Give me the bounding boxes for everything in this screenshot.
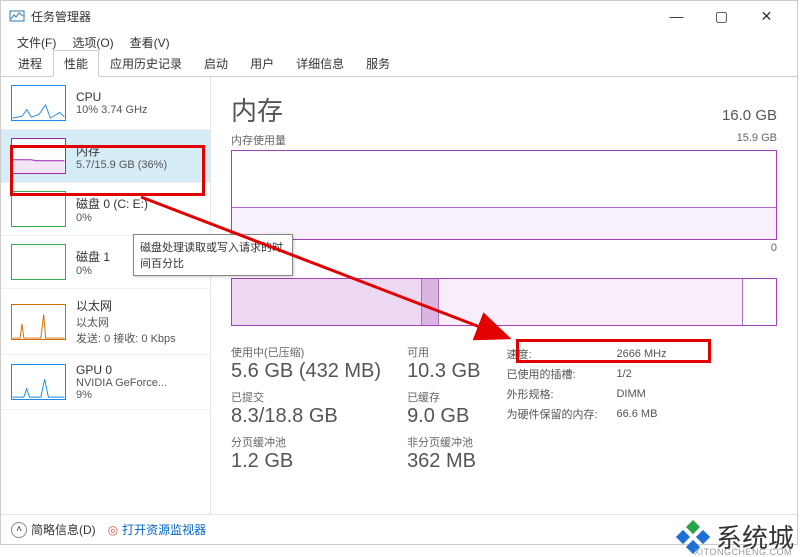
cpu-thumb: [11, 85, 66, 121]
tab-app-history[interactable]: 应用历史记录: [99, 50, 193, 77]
speed-val: 2666 MHz: [616, 348, 666, 360]
available-value: 10.3 GB: [407, 360, 480, 383]
gpu-sub: 9%: [76, 389, 167, 401]
eth-subtitle: 以太网: [76, 314, 176, 330]
close-button[interactable]: ✕: [744, 2, 789, 30]
sidebar-item-cpu[interactable]: CPU 10% 3.74 GHz: [1, 77, 210, 130]
main-panel: 内存 16.0 GB 内存使用量 15.9 GB 60 秒 0: [211, 77, 797, 514]
total-memory: 16.0 GB: [722, 107, 777, 124]
usage-chart-label: 内存使用量: [231, 132, 286, 148]
sidebar-item-disk0[interactable]: 磁盘 0 (C: E:) 0%: [1, 183, 210, 236]
gpu-subtitle: NVIDIA GeForce...: [76, 377, 167, 389]
tab-startup[interactable]: 启动: [193, 50, 239, 77]
memory-title: 内存: [76, 142, 167, 159]
chevron-up-icon: ˄: [11, 522, 27, 538]
memory-composition-chart[interactable]: [231, 278, 777, 326]
cached-value: 9.0 GB: [407, 405, 480, 428]
committed-value: 8.3/18.8 GB: [231, 405, 381, 428]
maximize-button[interactable]: ▢: [699, 2, 744, 30]
sidebar-item-memory[interactable]: 内存 5.7/15.9 GB (36%): [1, 130, 210, 183]
tab-services[interactable]: 服务: [355, 50, 401, 77]
memory-thumb: [11, 138, 66, 174]
tab-details[interactable]: 详细信息: [285, 50, 355, 77]
eth-title: 以太网: [76, 297, 176, 314]
window-controls: — ▢ ✕: [654, 2, 789, 30]
nonpaged-label: 非分页缓冲池: [407, 434, 480, 450]
open-resmon-label: 打开资源监视器: [122, 521, 206, 538]
usage-chart-max: 15.9 GB: [737, 132, 777, 148]
disk1-title: 磁盘 1: [76, 248, 110, 265]
in-use-value: 5.6 GB (432 MB): [231, 360, 381, 383]
minimize-button[interactable]: —: [654, 2, 699, 30]
page-title: 内存: [231, 91, 283, 128]
resmon-icon: ◎: [108, 523, 118, 537]
axis-right: 0: [771, 242, 777, 258]
tab-processes[interactable]: 进程: [7, 50, 53, 77]
memory-kv-table: 速度:2666 MHz 已使用的插槽:1/2 外形规格:DIMM 为硬件保留的内…: [506, 344, 666, 473]
tabbar: 进程 性能 应用历史记录 启动 用户 详细信息 服务: [1, 53, 797, 77]
disk0-title: 磁盘 0 (C: E:): [76, 195, 148, 212]
memory-stats: 使用中(已压缩) 5.6 GB (432 MB) 已提交 8.3/18.8 GB…: [231, 344, 777, 473]
nonpaged-value: 362 MB: [407, 450, 480, 473]
disk-tooltip: 磁盘处理读取或写入请求的时间百分比: [133, 234, 293, 276]
sidebar-item-ethernet[interactable]: 以太网 以太网 发送: 0 接收: 0 Kbps: [1, 289, 210, 355]
form-val: DIMM: [616, 388, 645, 400]
content-area: CPU 10% 3.74 GHz 内存 5.7/15.9 GB (36%) 磁盘…: [1, 77, 797, 514]
reserved-key: 为硬件保留的内存:: [506, 406, 616, 422]
in-use-label: 使用中(已压缩): [231, 344, 381, 360]
reserved-val: 66.6 MB: [616, 408, 657, 420]
form-key: 外形规格:: [506, 386, 616, 402]
memory-sub: 5.7/15.9 GB (36%): [76, 159, 167, 171]
disk1-thumb: [11, 244, 66, 280]
tab-users[interactable]: 用户: [239, 50, 285, 77]
disk0-sub: 0%: [76, 212, 148, 224]
gpu-thumb: [11, 364, 66, 400]
cpu-title: CPU: [76, 90, 148, 104]
titlebar[interactable]: 任务管理器 — ▢ ✕: [1, 1, 797, 31]
committed-label: 已提交: [231, 389, 381, 405]
app-icon: [9, 8, 25, 24]
disk1-sub: 0%: [76, 265, 110, 277]
memory-usage-chart[interactable]: [231, 150, 777, 240]
speed-key: 速度:: [506, 346, 616, 362]
fewer-details-label: 简略信息(D): [31, 521, 96, 538]
watermark-url: XITONGCHENG.COM: [694, 547, 792, 557]
task-manager-window: 任务管理器 — ▢ ✕ 文件(F) 选项(O) 查看(V) 进程 性能 应用历史…: [0, 0, 798, 545]
sidebar-item-gpu0[interactable]: GPU 0 NVIDIA GeForce... 9%: [1, 355, 210, 410]
eth-thumb: [11, 304, 66, 340]
tab-performance[interactable]: 性能: [53, 50, 99, 77]
cached-label: 已缓存: [407, 389, 480, 405]
disk0-thumb: [11, 191, 66, 227]
cpu-sub: 10% 3.74 GHz: [76, 104, 148, 116]
open-resmon-link[interactable]: ◎ 打开资源监视器: [108, 521, 207, 538]
paged-label: 分页缓冲池: [231, 434, 381, 450]
slots-key: 已使用的插槽:: [506, 366, 616, 382]
gpu-title: GPU 0: [76, 363, 167, 377]
fewer-details-button[interactable]: ˄ 简略信息(D): [11, 521, 96, 538]
slots-val: 1/2: [616, 368, 631, 380]
paged-value: 1.2 GB: [231, 450, 381, 473]
available-label: 可用: [407, 344, 480, 360]
footer-bar: ˄ 简略信息(D) ◎ 打开资源监视器: [1, 514, 797, 544]
performance-sidebar: CPU 10% 3.74 GHz 内存 5.7/15.9 GB (36%) 磁盘…: [1, 77, 211, 514]
window-title: 任务管理器: [31, 8, 654, 25]
eth-sub: 发送: 0 接收: 0 Kbps: [76, 330, 176, 346]
